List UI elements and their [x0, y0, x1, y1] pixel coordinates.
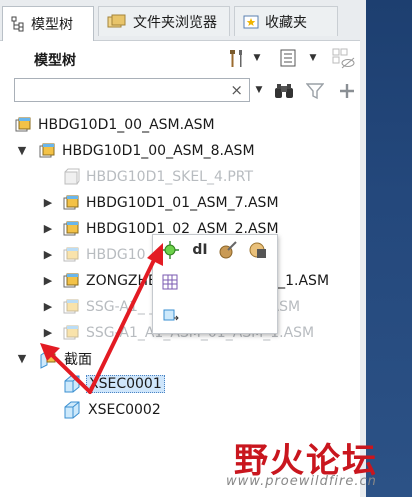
- arrow-to-section: [40, 343, 92, 394]
- arrow-to-activate: [88, 243, 163, 394]
- annotation-arrows: [40, 243, 163, 394]
- watermark-url: www.proewildfire.cn: [226, 474, 377, 489]
